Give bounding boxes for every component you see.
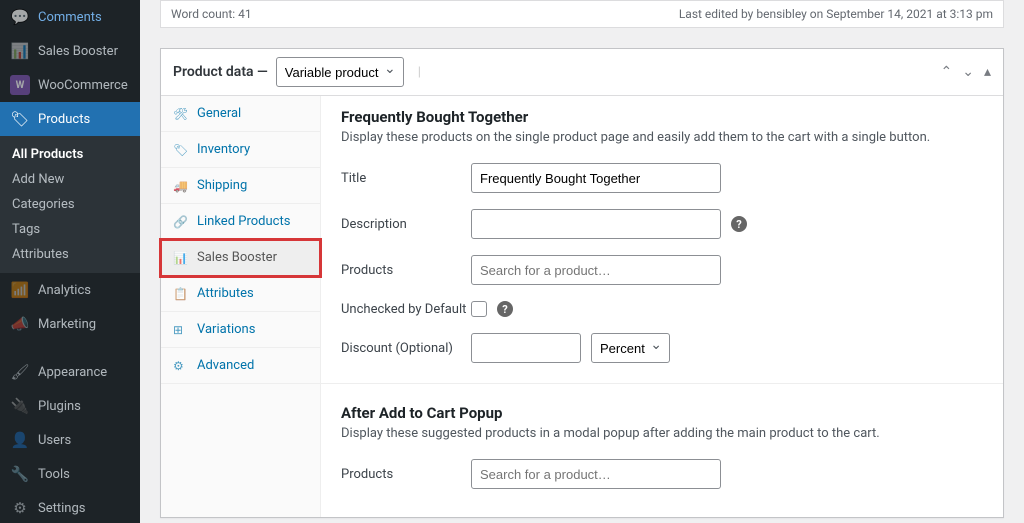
fbt-title-label: Title bbox=[341, 171, 471, 186]
after-cart-products-input[interactable] bbox=[471, 459, 721, 489]
comment-icon: 💬 bbox=[10, 7, 30, 27]
user-icon: 👤 bbox=[10, 430, 30, 450]
tab-general[interactable]: 🛠General bbox=[161, 96, 320, 132]
truck-icon: 🚚 bbox=[173, 179, 189, 193]
sidebar-item-analytics[interactable]: 📶Analytics bbox=[0, 273, 140, 307]
product-type-select[interactable]: Variable product bbox=[276, 57, 404, 87]
tab-advanced[interactable]: ⚙Advanced bbox=[161, 348, 320, 384]
products-submenu: All Products Add New Categories Tags Att… bbox=[0, 136, 140, 273]
sidebar-item-marketing[interactable]: 📣Marketing bbox=[0, 307, 140, 341]
fbt-description-input[interactable] bbox=[471, 209, 721, 239]
after-cart-desc: Display these suggested products in a mo… bbox=[341, 426, 983, 441]
wordcount-bar: Word count: 41 Last edited by bensibley … bbox=[160, 0, 1004, 28]
tab-inventory[interactable]: 🏷Inventory bbox=[161, 132, 320, 168]
sidebar-item-users[interactable]: 👤Users bbox=[0, 423, 140, 457]
help-icon[interactable]: ? bbox=[497, 301, 513, 317]
wrench-icon: 🔧 bbox=[10, 464, 30, 484]
tab-variations[interactable]: ⊞Variations bbox=[161, 312, 320, 348]
divider bbox=[321, 383, 1003, 384]
main-content: Word count: 41 Last edited by bensibley … bbox=[140, 0, 1024, 523]
admin-sidebar: 💬Comments 📊Sales Booster WWooCommerce 🏷P… bbox=[0, 0, 140, 523]
product-data-title: Product data — bbox=[173, 64, 268, 80]
brush-icon: 🖌 bbox=[10, 362, 30, 382]
postbox-actions: ⌃ ⌄ ▴ bbox=[941, 64, 992, 80]
word-count: Word count: 41 bbox=[171, 7, 252, 21]
product-data-tabs: 🛠General 🏷Inventory 🚚Shipping 🔗Linked Pr… bbox=[161, 96, 321, 517]
wrench-icon: 🛠 bbox=[173, 107, 189, 121]
link-icon: 🔗 bbox=[173, 215, 189, 229]
sidebar-item-appearance[interactable]: 🖌Appearance bbox=[0, 355, 140, 389]
tab-sales-booster[interactable]: 📊Sales Booster bbox=[161, 240, 320, 276]
fbt-products-input[interactable] bbox=[471, 255, 721, 285]
product-data-header: Product data — Variable product | ⌃ ⌄ ▴ bbox=[161, 49, 1003, 96]
chart-icon: 📊 bbox=[173, 251, 189, 265]
tab-shipping[interactable]: 🚚Shipping bbox=[161, 168, 320, 204]
sidebar-item-settings[interactable]: ⚙Settings bbox=[0, 491, 140, 523]
fbt-title-input[interactable] bbox=[471, 163, 721, 193]
after-cart-heading: After Add to Cart Popup bbox=[341, 404, 983, 422]
fbt-discount-label: Discount (Optional) bbox=[341, 341, 471, 356]
sidebar-item-woocommerce[interactable]: WWooCommerce bbox=[0, 68, 140, 102]
gear-icon: ⚙ bbox=[173, 359, 189, 373]
tab-linked-products[interactable]: 🔗Linked Products bbox=[161, 204, 320, 240]
help-icon[interactable]: ? bbox=[731, 216, 747, 232]
move-up-icon[interactable]: ⌃ bbox=[941, 64, 953, 80]
fbt-heading: Frequently Bought Together bbox=[341, 108, 983, 126]
product-data-box: Product data — Variable product | ⌃ ⌄ ▴ … bbox=[160, 48, 1004, 518]
after-cart-products-label: Products bbox=[341, 467, 471, 482]
submenu-add-new[interactable]: Add New bbox=[0, 167, 140, 192]
sidebar-item-plugins[interactable]: 🔌Plugins bbox=[0, 389, 140, 423]
sidebar-item-sales-booster[interactable]: 📊Sales Booster bbox=[0, 34, 140, 68]
fbt-unchecked-checkbox[interactable] bbox=[471, 301, 487, 317]
toggle-icon[interactable]: ▴ bbox=[984, 64, 991, 80]
tag-icon: 🏷 bbox=[10, 109, 30, 129]
fbt-discount-input[interactable] bbox=[471, 333, 581, 363]
submenu-tags[interactable]: Tags bbox=[0, 217, 140, 242]
fbt-desc: Display these products on the single pro… bbox=[341, 130, 983, 145]
plug-icon: 🔌 bbox=[10, 396, 30, 416]
fbt-description-label: Description bbox=[341, 217, 471, 232]
submenu-all-products[interactable]: All Products bbox=[0, 142, 140, 167]
sidebar-item-products[interactable]: 🏷Products bbox=[0, 102, 140, 136]
submenu-categories[interactable]: Categories bbox=[0, 192, 140, 217]
grid-icon: ⊞ bbox=[173, 323, 189, 337]
fbt-unchecked-label: Unchecked by Default bbox=[341, 302, 471, 317]
sliders-icon: ⚙ bbox=[10, 498, 30, 518]
sidebar-item-tools[interactable]: 🔧Tools bbox=[0, 457, 140, 491]
move-down-icon[interactable]: ⌄ bbox=[962, 64, 974, 80]
list-icon: 📋 bbox=[173, 287, 189, 301]
woo-icon: W bbox=[10, 75, 30, 95]
tab-attributes[interactable]: 📋Attributes bbox=[161, 276, 320, 312]
megaphone-icon: 📣 bbox=[10, 314, 30, 334]
bars-icon: 📶 bbox=[10, 280, 30, 300]
chart-icon: 📊 bbox=[10, 41, 30, 61]
fbt-discount-unit-select[interactable]: Percent bbox=[591, 333, 670, 363]
submenu-attributes[interactable]: Attributes bbox=[0, 242, 140, 267]
sidebar-item-comments[interactable]: 💬Comments bbox=[0, 0, 140, 34]
tag-icon: 🏷 bbox=[173, 143, 189, 157]
last-edited: Last edited by bensibley on September 14… bbox=[679, 7, 993, 21]
fbt-products-label: Products bbox=[341, 263, 471, 278]
sales-booster-panel: Frequently Bought Together Display these… bbox=[321, 96, 1003, 517]
